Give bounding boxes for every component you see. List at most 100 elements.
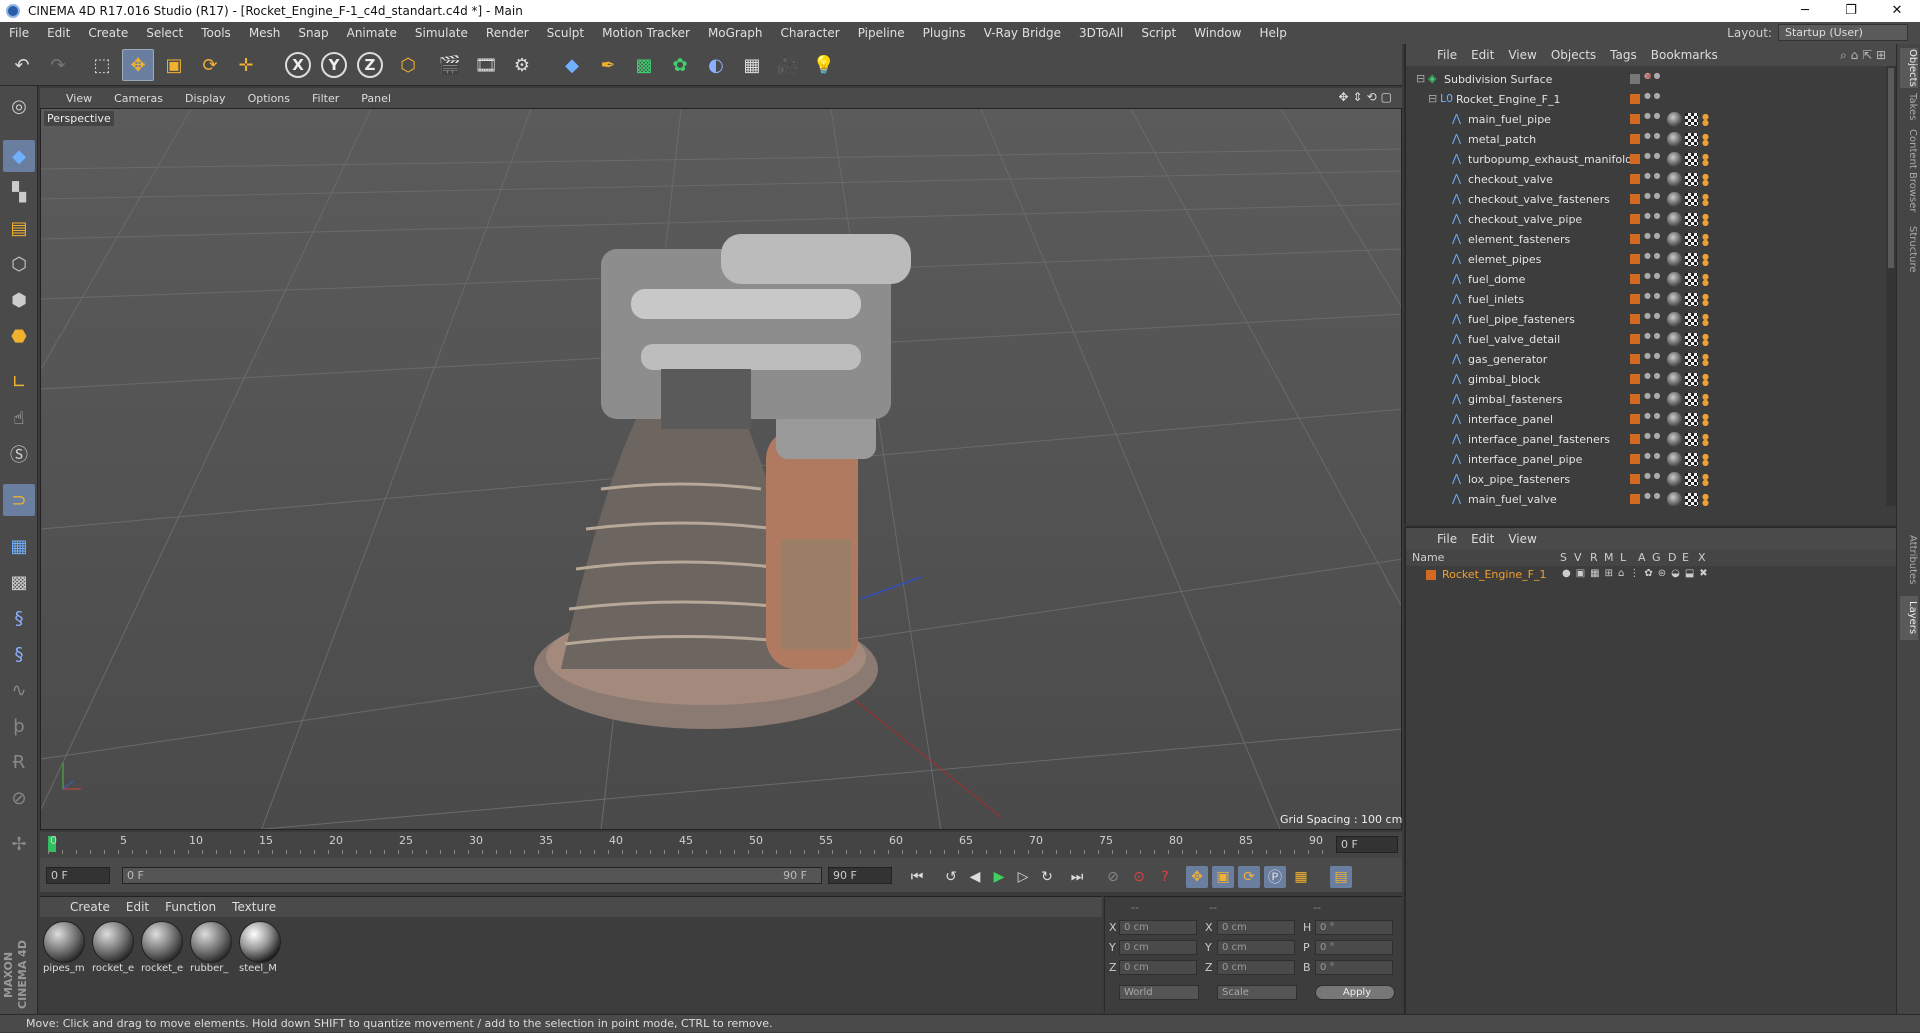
- y-axis-lock[interactable]: Y: [321, 52, 347, 78]
- texture-tag-icon[interactable]: [1685, 333, 1698, 346]
- layer-color-swatch[interactable]: [1630, 214, 1640, 224]
- material-tag-icon[interactable]: [1667, 292, 1682, 307]
- material-tag-icon[interactable]: [1667, 392, 1682, 407]
- layer-color-swatch[interactable]: [1630, 434, 1640, 444]
- object-name[interactable]: lox_pipe_fasteners: [1468, 473, 1570, 486]
- material-item[interactable]: pipes_m: [43, 921, 85, 979]
- next-frame-icon[interactable]: ▷: [1012, 866, 1034, 888]
- object-row[interactable]: ⋀ main_fuel_pipe ● ● ● ●: [1406, 110, 1876, 130]
- layer-row[interactable]: Rocket_Engine_F_1 ●▣▦⊞⌂⋮✿⊜◒⬓✖: [1406, 566, 1896, 584]
- menu-motion-tracker[interactable]: Motion Tracker: [593, 26, 699, 40]
- visibility-dots-icon[interactable]: ● ●: [1644, 152, 1661, 160]
- object-row-root[interactable]: ⊟ ◈ Subdivision Surface ● ● ✕: [1406, 70, 1876, 90]
- prev-frame-icon[interactable]: ◀: [964, 866, 986, 888]
- pen-icon[interactable]: ✒: [592, 49, 624, 81]
- selection-tag-icon[interactable]: ● ●: [1702, 253, 1710, 267]
- expand-toggle-icon[interactable]: [1440, 193, 1452, 205]
- texture-tag-icon[interactable]: [1685, 353, 1698, 366]
- menu-vray-bridge[interactable]: V-Ray Bridge: [975, 26, 1070, 40]
- visibility-dots-icon[interactable]: ● ●: [1644, 472, 1661, 480]
- material-tag-icon[interactable]: [1667, 352, 1682, 367]
- object-name[interactable]: main_fuel_pipe: [1468, 113, 1551, 126]
- viewport-menu-filter[interactable]: Filter: [301, 92, 350, 105]
- layout-dropdown[interactable]: Startup (User): [1778, 24, 1908, 41]
- expand-toggle-icon[interactable]: [1440, 433, 1452, 445]
- key-rotation-icon[interactable]: ⟳: [1238, 866, 1260, 888]
- object-row[interactable]: ⋀ turbopump_exhaust_manifold ● ● ● ●: [1406, 150, 1876, 170]
- visibility-dots-icon[interactable]: ● ●: [1644, 332, 1661, 340]
- material-tag-icon[interactable]: [1667, 212, 1682, 227]
- current-frame-field[interactable]: 0 F: [1336, 836, 1398, 853]
- timeline-window-icon[interactable]: ▤: [1330, 866, 1352, 888]
- texture-tag-icon[interactable]: [1685, 253, 1698, 266]
- size-x-field[interactable]: 0 cm: [1217, 920, 1295, 935]
- object-row[interactable]: ⋀ interface_panel_fasteners ● ● ● ●: [1406, 430, 1876, 450]
- tab-structure[interactable]: Structure: [1900, 222, 1918, 276]
- layer-color-swatch[interactable]: [1630, 314, 1640, 324]
- undo-icon[interactable]: ↶: [6, 49, 38, 81]
- expand-toggle-icon[interactable]: [1440, 373, 1452, 385]
- tab-content-browser[interactable]: Content Browser: [1900, 126, 1918, 216]
- layer-color-swatch[interactable]: [1630, 454, 1640, 464]
- extra-tool-icon[interactable]: ✢: [3, 828, 35, 860]
- layer-color-swatch[interactable]: [1630, 274, 1640, 284]
- array-icon[interactable]: ✿: [664, 49, 696, 81]
- move-axis-icon[interactable]: ✛: [230, 49, 262, 81]
- object-row[interactable]: ⋀ gimbal_block ● ● ● ●: [1406, 370, 1876, 390]
- expand-toggle-icon[interactable]: [1440, 493, 1452, 505]
- expand-toggle-icon[interactable]: [1440, 213, 1452, 225]
- layer-color-swatch[interactable]: [1630, 474, 1640, 484]
- expand-toggle-icon[interactable]: [1440, 153, 1452, 165]
- texture-mode-icon[interactable]: ▚: [3, 176, 35, 208]
- camera-icon[interactable]: 🎥: [772, 49, 804, 81]
- minimize-button[interactable]: ─: [1782, 0, 1828, 22]
- rot-b-field[interactable]: 0 °: [1315, 960, 1393, 975]
- rocket-engine-model[interactable]: [534, 234, 911, 729]
- material-tag-icon[interactable]: [1667, 372, 1682, 387]
- edit-render-settings-icon[interactable]: ⚙: [506, 49, 538, 81]
- material-tag-icon[interactable]: [1667, 252, 1682, 267]
- material-tag-icon[interactable]: [1667, 112, 1682, 127]
- coordinate-space-dropdown[interactable]: World: [1119, 985, 1199, 1000]
- selection-tag-icon[interactable]: ● ●: [1702, 213, 1710, 227]
- size-mode-dropdown[interactable]: Scale: [1217, 985, 1297, 1000]
- selection-tag-icon[interactable]: ● ●: [1702, 173, 1710, 187]
- object-name[interactable]: metal_patch: [1468, 133, 1536, 146]
- om-search-home-icons[interactable]: ⌕ ⌂ ⇱ ⊞: [1840, 48, 1886, 63]
- material-item[interactable]: rocket_e: [141, 921, 183, 979]
- object-row[interactable]: ⋀ checkout_valve_pipe ● ● ● ●: [1406, 210, 1876, 230]
- scale-icon[interactable]: ▣: [158, 49, 190, 81]
- viewport-menu-cameras[interactable]: Cameras: [103, 92, 174, 105]
- move-icon[interactable]: ✥: [122, 49, 154, 81]
- object-name[interactable]: interface_panel_fasteners: [1468, 433, 1610, 446]
- visibility-dots-icon[interactable]: ● ●: [1644, 492, 1661, 500]
- object-name[interactable]: fuel_valve_detail: [1468, 333, 1560, 346]
- layer-color-swatch[interactable]: [1630, 234, 1640, 244]
- points-mode-icon[interactable]: ⬡: [3, 248, 35, 280]
- selection-tag-icon[interactable]: ● ●: [1702, 413, 1710, 427]
- rotate-icon[interactable]: ⟳: [194, 49, 226, 81]
- material-tag-icon[interactable]: [1667, 192, 1682, 207]
- object-row[interactable]: ⋀ gimbal_fasteners ● ● ● ●: [1406, 390, 1876, 410]
- texture-tag-icon[interactable]: [1685, 113, 1698, 126]
- material-item[interactable]: rubber_: [190, 921, 232, 979]
- material-menu-function[interactable]: Function: [157, 900, 224, 914]
- menu-3dtoall[interactable]: 3DToAll: [1070, 26, 1132, 40]
- expand-toggle-icon[interactable]: [1440, 393, 1452, 405]
- redo-icon[interactable]: ↷: [42, 49, 74, 81]
- viewport-menu-options[interactable]: Options: [237, 92, 301, 105]
- menu-edit[interactable]: Edit: [38, 26, 79, 40]
- menu-window[interactable]: Window: [1185, 26, 1250, 40]
- object-name[interactable]: fuel_pipe_fasteners: [1468, 313, 1575, 326]
- visibility-dots-icon[interactable]: ● ●: [1644, 292, 1661, 300]
- object-name[interactable]: checkout_valve_fasteners: [1468, 193, 1610, 206]
- goto-end-icon[interactable]: ⏭: [1066, 866, 1088, 888]
- python-script-icon[interactable]: §: [3, 638, 35, 670]
- object-name[interactable]: gimbal_fasteners: [1468, 393, 1562, 406]
- layer-color-swatch[interactable]: [1630, 374, 1640, 384]
- rot-p-field[interactable]: 0 °: [1315, 940, 1393, 955]
- size-y-field[interactable]: 0 cm: [1217, 940, 1295, 955]
- tab-attributes[interactable]: Attributes: [1900, 530, 1918, 590]
- menu-snap[interactable]: Snap: [289, 26, 337, 40]
- selection-tag-icon[interactable]: ● ●: [1702, 333, 1710, 347]
